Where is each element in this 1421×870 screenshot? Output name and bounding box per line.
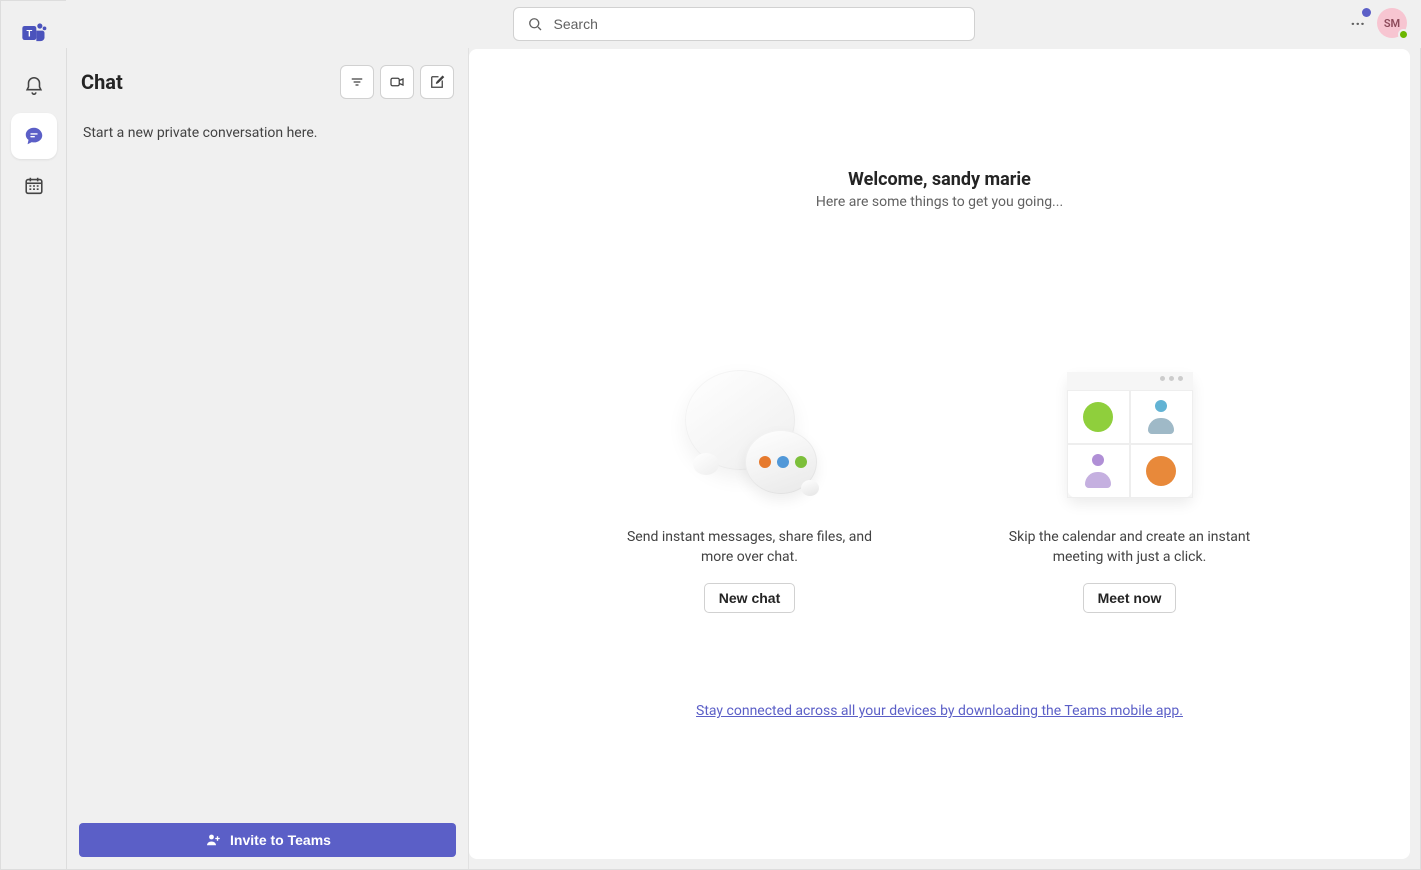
meet-now-tile-button[interactable]: Meet now (1083, 583, 1177, 613)
chat-illustration-icon (675, 360, 825, 510)
more-options-button[interactable]: ··· (1351, 14, 1365, 33)
welcome-card: Welcome, sandy marie Here are some thing… (469, 49, 1410, 859)
main-content: Welcome, sandy marie Here are some thing… (469, 1, 1420, 869)
meet-illustration-icon (1055, 360, 1205, 510)
search-box[interactable] (513, 7, 975, 41)
chat-sidebar: Chat Start a new private conversation he… (67, 1, 469, 869)
new-chat-button[interactable] (420, 65, 454, 99)
chat-tab[interactable] (11, 113, 57, 159)
chat-tile-desc: Send instant messages, share files, and … (620, 528, 880, 567)
search-input[interactable] (554, 16, 962, 32)
meet-tile-desc: Skip the calendar and create an instant … (1000, 528, 1260, 567)
video-icon (388, 73, 406, 91)
svg-text:T: T (26, 29, 32, 39)
mobile-app-link[interactable]: Stay connected across all your devices b… (696, 703, 1183, 719)
invite-button-label: Invite to Teams (230, 832, 331, 848)
meet-now-button[interactable] (380, 65, 414, 99)
filter-button[interactable] (340, 65, 374, 99)
welcome-title: Welcome, sandy marie (848, 169, 1031, 190)
meet-now-tile: Skip the calendar and create an instant … (1000, 360, 1260, 613)
presence-available-icon (1398, 29, 1409, 40)
user-avatar[interactable]: SM (1377, 8, 1407, 38)
invite-to-teams-button[interactable]: Invite to Teams (79, 823, 456, 857)
notification-dot-icon (1362, 8, 1371, 17)
search-icon (526, 15, 544, 33)
welcome-subtitle: Here are some things to get you going... (816, 194, 1063, 210)
new-chat-tile-button[interactable]: New chat (704, 583, 795, 613)
compose-icon (428, 73, 446, 91)
invite-people-icon (204, 831, 222, 849)
top-bar: ··· SM (66, 0, 1421, 48)
teams-logo-icon: T (20, 19, 48, 47)
filter-icon (348, 73, 366, 91)
sidebar-empty-text: Start a new private conversation here. (67, 107, 468, 159)
activity-tab[interactable] (11, 63, 57, 109)
new-chat-tile: Send instant messages, share files, and … (620, 360, 880, 613)
calendar-tab[interactable] (11, 163, 57, 209)
avatar-initials: SM (1384, 17, 1400, 30)
sidebar-title: Chat (81, 70, 334, 94)
app-rail: T (1, 1, 67, 869)
